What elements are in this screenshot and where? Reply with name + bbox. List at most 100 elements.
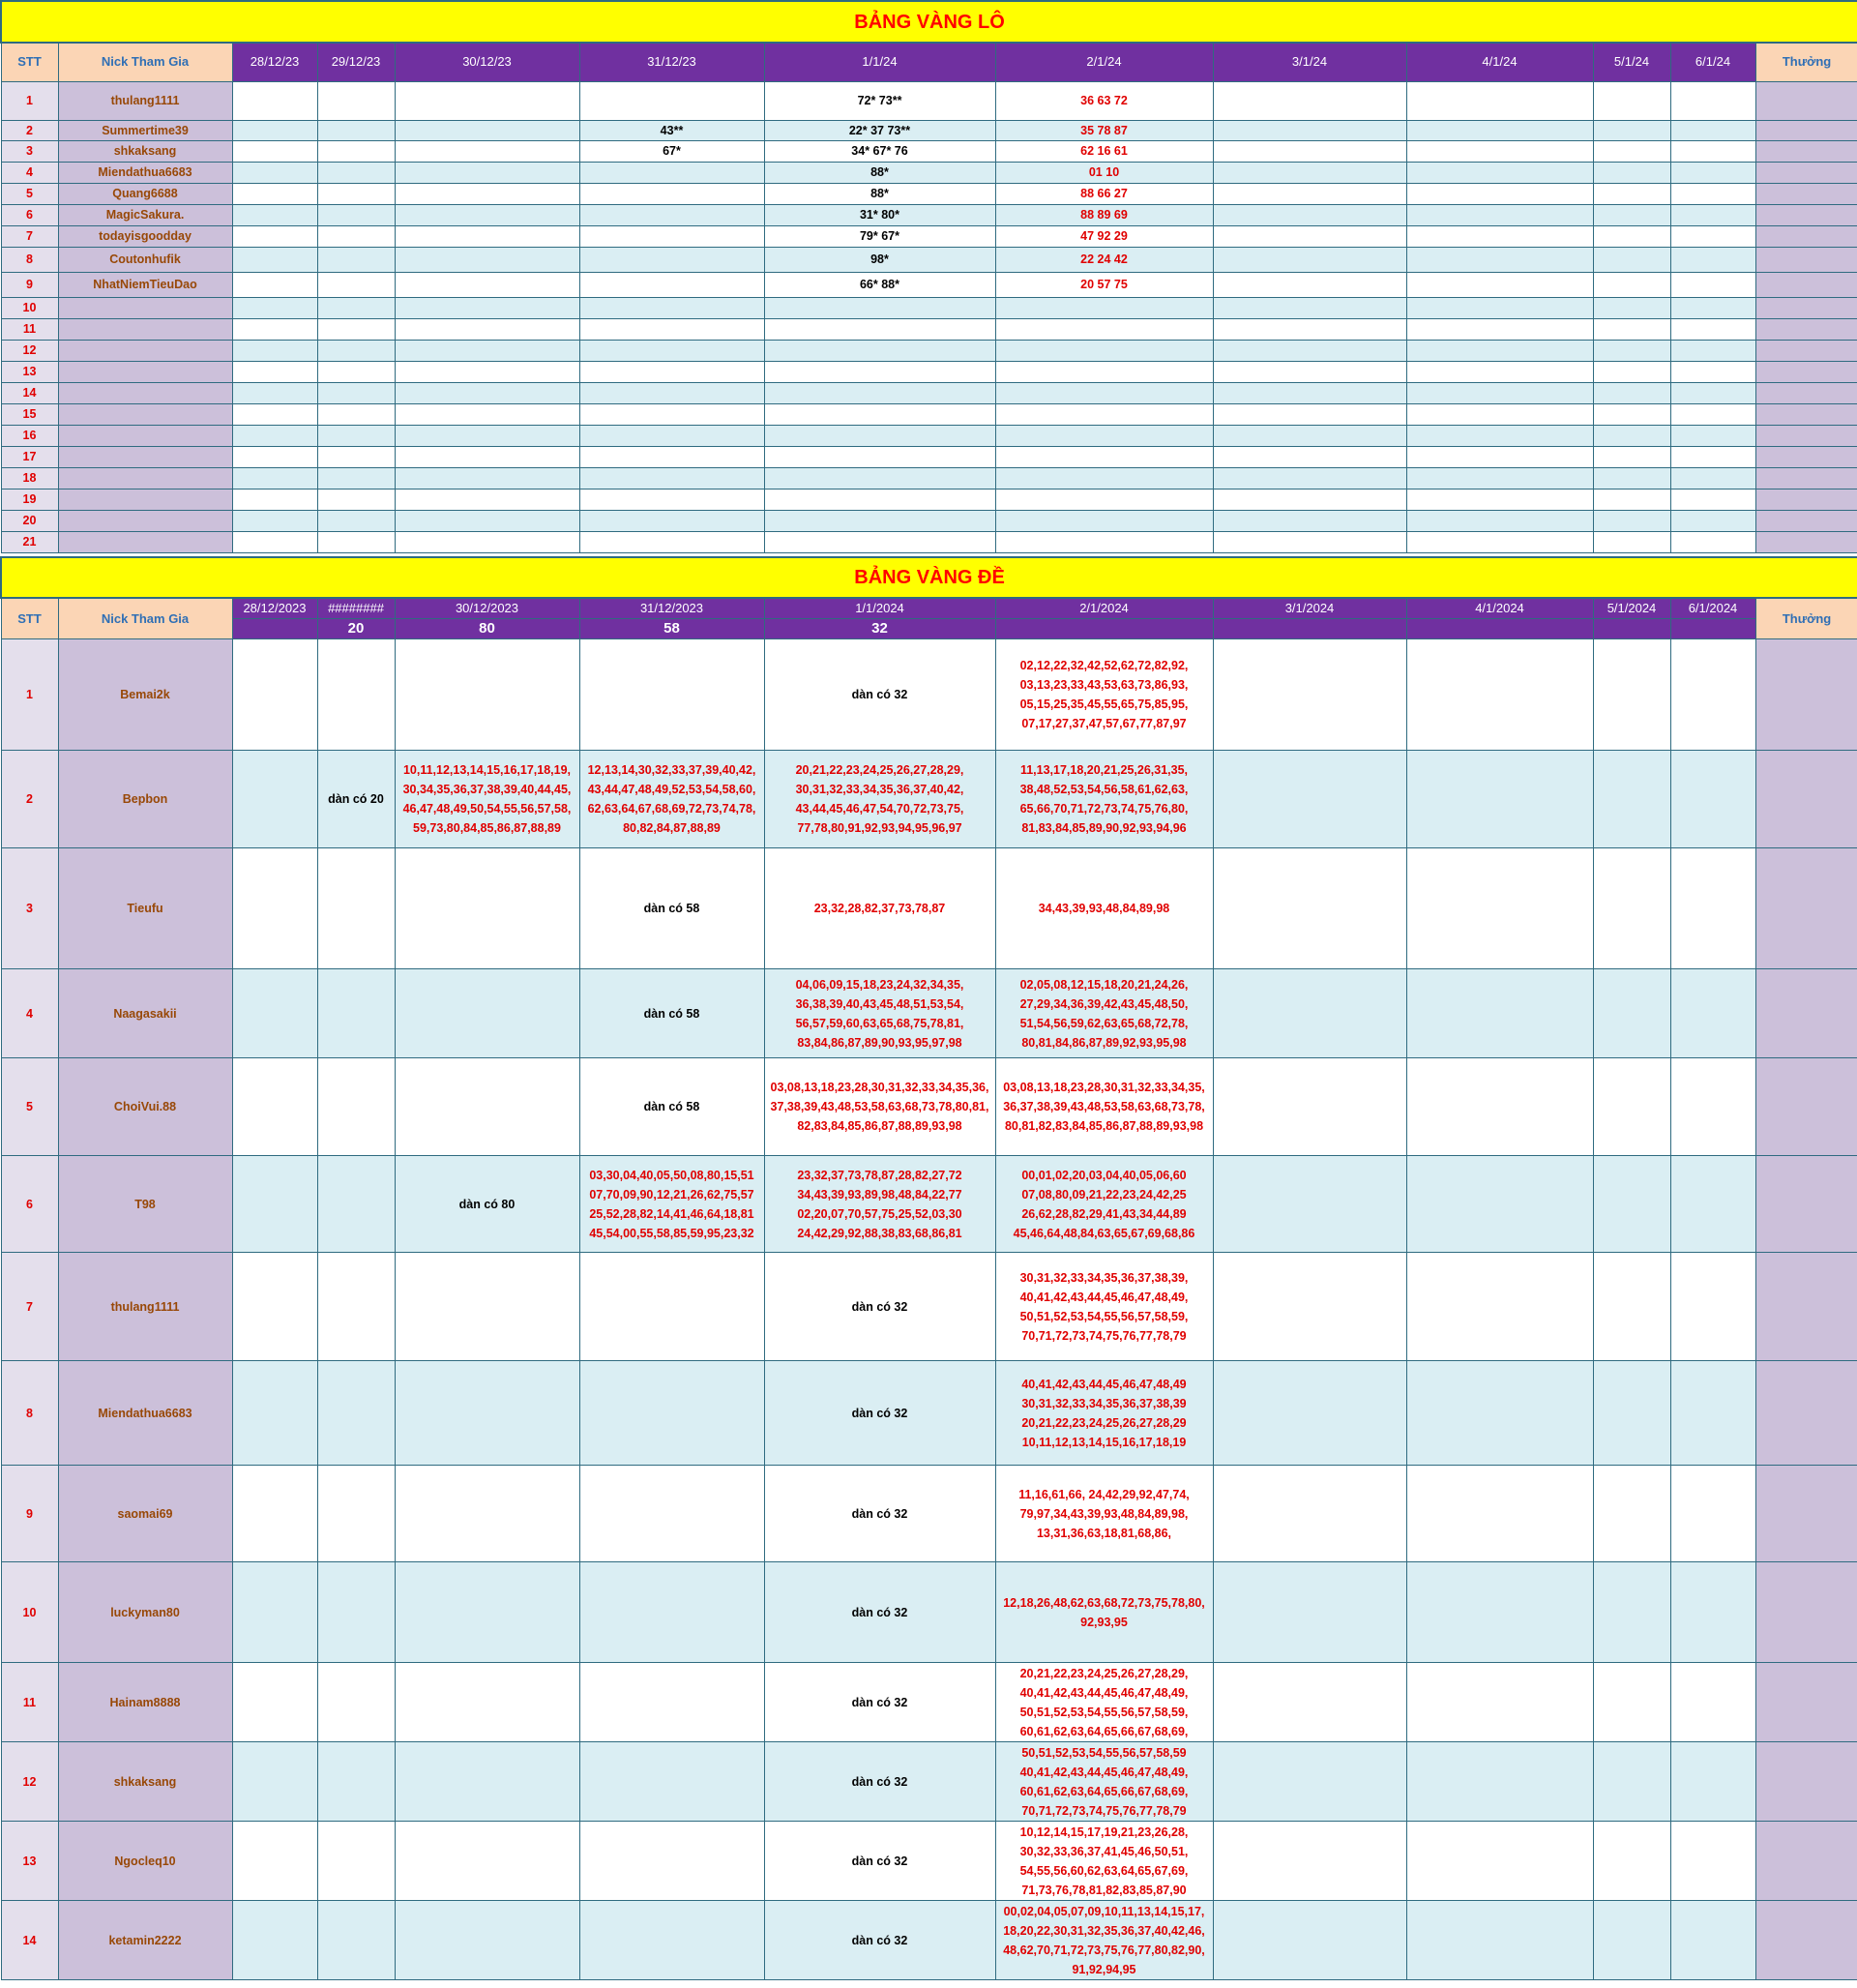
reward-cell: [1754, 1662, 1857, 1742]
de-result-code: 32: [763, 618, 996, 639]
reward-cell: [1754, 161, 1857, 184]
de-numbers-cell: [1405, 1561, 1594, 1663]
dan-summary-cell: dàn có 32: [763, 638, 996, 751]
lo-entry-cell: [578, 424, 765, 447]
row-number: 18: [0, 466, 59, 490]
lo-date-header: 29/12/23: [316, 42, 396, 82]
de-numbers-cell: [1669, 1561, 1756, 1663]
row-number: 9: [0, 271, 59, 298]
lo-entry-cell: [1405, 445, 1594, 468]
de-numbers-cell: [1592, 1155, 1671, 1253]
reward-cell: [1754, 80, 1857, 121]
de-numbers-cell: [1592, 750, 1671, 848]
lo-entry-cell: [994, 530, 1214, 553]
de-numbers-cell: [578, 638, 765, 751]
de-numbers-cell: [231, 1900, 318, 1980]
de-numbers-cell: 12,13,14,30,32,33,37,39,40,42, 43,44,47,…: [578, 750, 765, 848]
de-numbers-cell: [1592, 1465, 1671, 1562]
de-numbers-cell: [231, 1821, 318, 1901]
lo-entry-cell: [994, 445, 1214, 468]
de-numbers-cell: [394, 847, 580, 969]
player-nick: Summertime39: [57, 119, 233, 141]
lo-entry-cell: [316, 317, 396, 341]
lo-stt-header: STT: [0, 42, 59, 82]
player-nick: Miendathua6683: [57, 161, 233, 184]
reward-cell: [1754, 1561, 1857, 1663]
lo-entry-cell: [1592, 224, 1671, 248]
lo-table: BẢNG VÀNG LÔ STT Nick Tham Gia 28/12/23 2…: [0, 0, 1857, 553]
lo-entry-cell: [578, 161, 765, 184]
lo-entry-cell: [994, 466, 1214, 490]
dan-summary-cell: dàn có 32: [763, 1662, 996, 1742]
lo-entry-cell: [578, 339, 765, 362]
de-numbers-cell: [1405, 1252, 1594, 1361]
reward-cell: [1754, 246, 1857, 273]
lo-entry-cell: [394, 80, 580, 121]
lo-entry-cell: [1405, 530, 1594, 553]
lo-entry-cell: [1592, 317, 1671, 341]
lo-entry-cell: 22 24 42: [994, 246, 1214, 273]
de-numbers-cell: [578, 1465, 765, 1562]
de-numbers-cell: [316, 1252, 396, 1361]
de-table: BẢNG VÀNG ĐỀ STT Nick Tham Gia 28/12/202…: [0, 556, 1857, 1980]
dan-summary-cell: dàn có 32: [763, 1465, 996, 1562]
lo-entry-cell: [578, 445, 765, 468]
de-numbers-cell: [1669, 1252, 1756, 1361]
lo-entry-cell: [1592, 271, 1671, 298]
lo-entry-cell: [1592, 445, 1671, 468]
lo-entry-cell: [316, 224, 396, 248]
de-numbers-cell: [1592, 1252, 1671, 1361]
table-row: 9 NhatNiemTieuDao 66* 88* 20 57 75: [0, 271, 1857, 298]
table-row: 19: [0, 488, 1857, 511]
lo-entry-cell: [1212, 296, 1407, 319]
lo-entry-cell: 88 89 69: [994, 203, 1214, 226]
lo-entry-cell: [394, 246, 580, 273]
lo-entry-cell: [316, 402, 396, 426]
lo-entry-cell: [1669, 224, 1756, 248]
de-numbers-cell: [1669, 1821, 1756, 1901]
lo-entry-cell: [994, 360, 1214, 383]
de-nick-header: Nick Tham Gia: [57, 597, 233, 639]
player-nick: Miendathua6683: [57, 1360, 233, 1466]
lo-entry-cell: 72* 73**: [763, 80, 996, 121]
de-numbers-cell: 30,31,32,33,34,35,36,37,38,39, 40,41,42,…: [994, 1252, 1214, 1361]
reward-cell: [1754, 1360, 1857, 1466]
lo-entry-cell: [231, 224, 318, 248]
de-numbers-cell: [578, 1821, 765, 1901]
player-nick: [57, 317, 233, 341]
row-number: 7: [0, 224, 59, 248]
player-nick: Bemai2k: [57, 638, 233, 751]
reward-cell: [1754, 968, 1857, 1058]
lo-entry-cell: [231, 445, 318, 468]
de-numbers-cell: [1405, 1741, 1594, 1822]
lo-entry-cell: [316, 381, 396, 404]
de-date-header: 31/12/2023: [578, 597, 765, 619]
de-numbers-cell: [394, 1900, 580, 1980]
lo-entry-cell: 88*: [763, 182, 996, 205]
lo-entry-cell: [231, 339, 318, 362]
player-nick: Quang6688: [57, 182, 233, 205]
table-row: 13 Ngocleq10 dàn có 32 10,12,14,15,17,19,21…: [0, 1821, 1857, 1901]
lo-entry-cell: [231, 381, 318, 404]
lo-entry-cell: [1212, 381, 1407, 404]
reward-cell: [1754, 224, 1857, 248]
lo-entry-cell: [1669, 339, 1756, 362]
row-number: 8: [0, 1360, 59, 1466]
dan-summary-cell: dàn có 32: [763, 1252, 996, 1361]
lo-entry-cell: [1405, 360, 1594, 383]
de-numbers-cell: [1212, 968, 1407, 1058]
dan-summary-cell: dàn có 58: [578, 1057, 765, 1156]
lo-entry-cell: [1212, 466, 1407, 490]
lo-entry-cell: [1592, 509, 1671, 532]
lo-entry-cell: [1592, 466, 1671, 490]
lo-entry-cell: [994, 424, 1214, 447]
de-date-header: 6/1/2024: [1669, 597, 1756, 619]
de-stt-header: STT: [0, 597, 59, 639]
de-numbers-cell: [394, 1252, 580, 1361]
lo-entry-cell: [1669, 271, 1756, 298]
de-numbers-cell: 03,30,04,40,05,50,08,80,15,51 07,70,09,9…: [578, 1155, 765, 1253]
reward-cell: [1754, 339, 1857, 362]
lo-entry-cell: [1669, 488, 1756, 511]
lo-entry-cell: [1669, 296, 1756, 319]
player-nick: Coutonhufik: [57, 246, 233, 273]
